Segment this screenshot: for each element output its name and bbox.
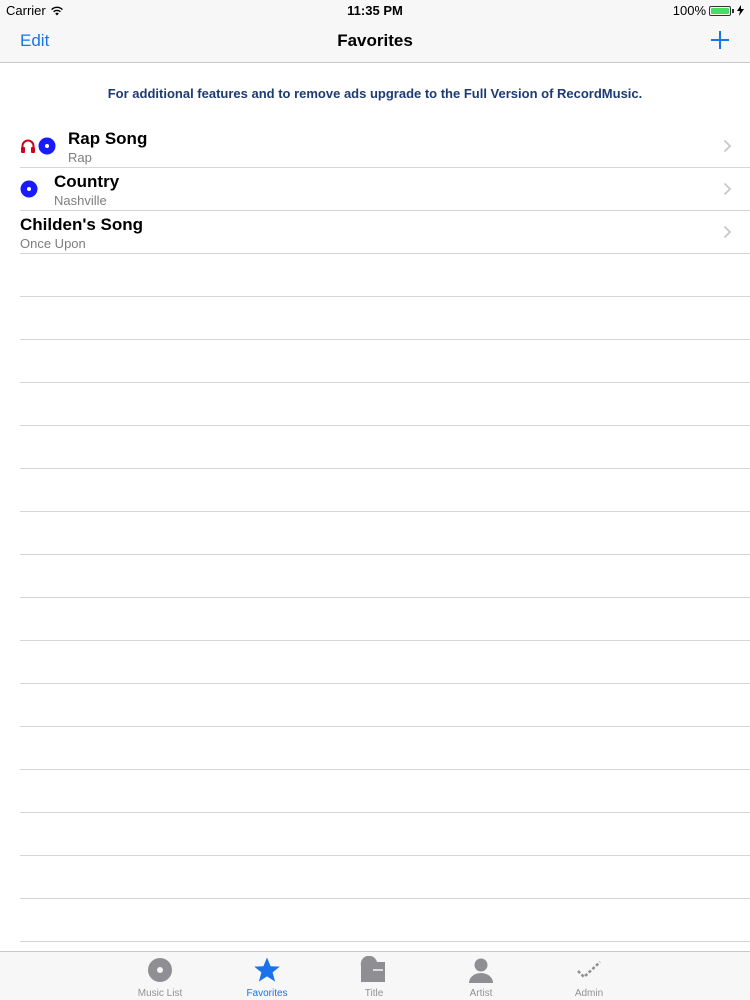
empty-row — [20, 598, 750, 641]
chevron-right-icon — [723, 139, 732, 153]
tab-music-list[interactable]: Music List — [110, 956, 210, 999]
empty-row — [20, 684, 750, 727]
tab-artist[interactable]: Artist — [431, 956, 531, 999]
disc-icon — [148, 958, 172, 982]
row-title: Country — [54, 172, 120, 191]
chevron-right-icon — [723, 225, 732, 239]
empty-row — [20, 641, 750, 684]
list-item[interactable]: Rap Song Rap — [20, 125, 750, 168]
tab-label: Favorites — [246, 988, 288, 999]
list-item[interactable]: Childen's Song Once Upon — [20, 211, 750, 254]
battery-icon — [709, 5, 731, 16]
folder-icon — [360, 956, 385, 982]
tab-label: Artist — [469, 988, 493, 999]
battery-tip — [732, 8, 734, 13]
tab-label: Title — [364, 988, 384, 999]
empty-row — [20, 727, 750, 770]
record-icon — [38, 137, 56, 155]
star-icon — [254, 957, 280, 982]
person-icon — [469, 958, 493, 983]
plus-icon[interactable] — [708, 28, 732, 52]
status-time: 11:35 PM — [347, 3, 403, 18]
row-subtitle: Rap — [68, 150, 92, 165]
row-text: Country Nashville — [54, 171, 119, 208]
empty-row — [20, 469, 750, 512]
row-text: Childen's Song Once Upon — [20, 214, 143, 251]
headphones-icon — [21, 139, 35, 153]
empty-row — [20, 512, 750, 555]
row-icons — [20, 180, 38, 198]
empty-row — [20, 813, 750, 856]
row-text: Rap Song Rap — [68, 128, 147, 165]
battery-indicator: 100% — [673, 3, 744, 18]
empty-row — [20, 297, 750, 340]
tab-bar: Music List Favorites Title Artist Admin — [0, 951, 750, 1000]
page-title: Favorites — [337, 31, 413, 50]
empty-row — [20, 899, 750, 942]
row-subtitle: Nashville — [54, 193, 107, 208]
empty-row — [20, 770, 750, 813]
empty-row — [20, 254, 750, 297]
battery-fill — [711, 7, 729, 14]
empty-row — [20, 555, 750, 598]
favorites-list: Rap Song Rap Country Nashville Childen's… — [0, 125, 750, 942]
battery-percent: 100% — [672, 3, 706, 18]
empty-row — [20, 856, 750, 899]
upgrade-banner[interactable]: For additional features and to remove ad… — [0, 86, 750, 101]
chevron-right-icon — [723, 182, 732, 196]
tab-label: Admin — [574, 988, 604, 999]
tab-admin[interactable]: Admin — [539, 956, 639, 999]
status-bar: Carrier 11:35 PM 100% — [0, 0, 750, 20]
record-icon — [20, 180, 38, 198]
charging-bolt-icon — [737, 5, 744, 16]
row-icons — [20, 137, 56, 155]
tab-title[interactable]: Title — [324, 956, 424, 999]
navigation-bar: Edit Favorites — [0, 20, 750, 63]
check-icon — [577, 961, 601, 979]
empty-rows — [0, 254, 750, 942]
tab-favorites[interactable]: Favorites — [217, 956, 317, 999]
empty-row — [20, 383, 750, 426]
row-title: Rap Song — [68, 129, 148, 148]
empty-row — [20, 340, 750, 383]
tab-label: Music List — [137, 988, 183, 999]
row-title: Childen's Song — [20, 215, 144, 234]
empty-row — [20, 426, 750, 469]
list-item[interactable]: Country Nashville — [20, 168, 750, 211]
row-subtitle: Once Upon — [20, 236, 86, 251]
